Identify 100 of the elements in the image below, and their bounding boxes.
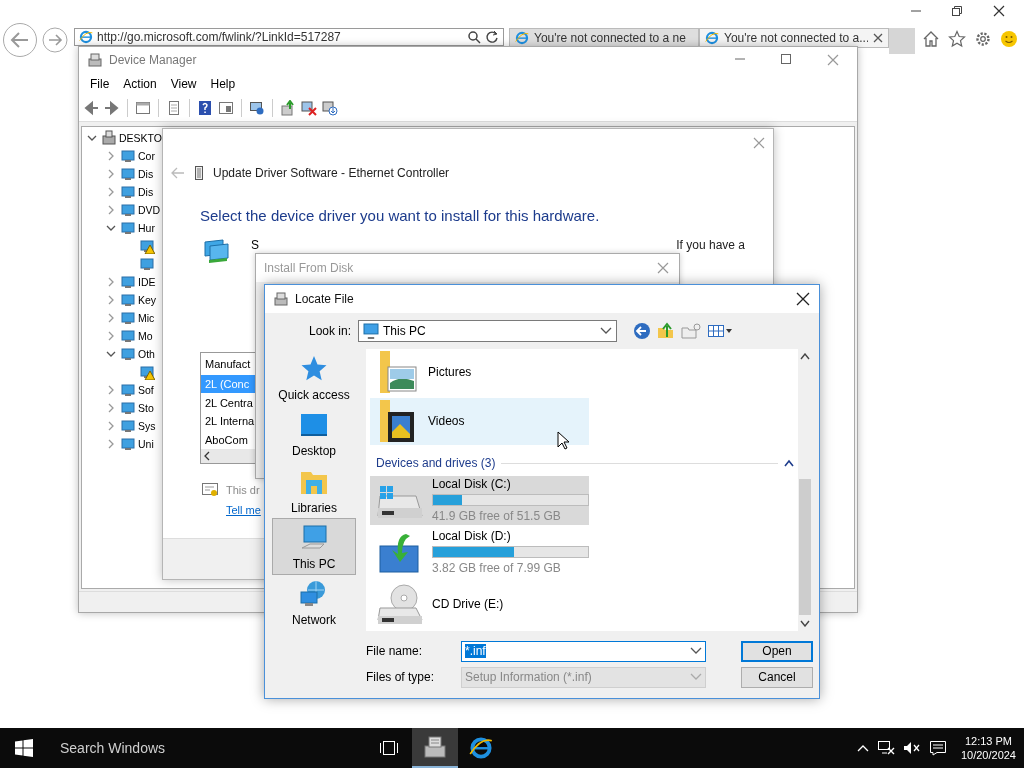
update-arrow-icon[interactable] [280,100,296,116]
close-icon[interactable] [796,292,810,306]
back-icon[interactable] [633,322,651,340]
look-in-dropdown[interactable]: This PC [358,320,617,342]
up-folder-icon[interactable] [657,322,675,340]
tree-item[interactable]: IDE [138,276,156,288]
dialog-title: Locate File [295,292,355,306]
browser-tab[interactable]: You're not connected to a... [699,28,889,48]
group-header[interactable]: Devices and drives (3) [376,456,496,471]
device-warning-icon[interactable] [139,364,155,380]
drive-item[interactable]: Local Disk (D:) 3.82 GB free of 7.99 GB [370,527,589,577]
device-icon [120,148,136,164]
folder-item[interactable]: Pictures [370,349,589,396]
tree-item[interactable]: DESKTO [119,132,162,144]
help-link[interactable]: Tell me [226,504,261,516]
browser-logo-icon[interactable] [469,736,493,760]
tree-item[interactable]: Mic [138,312,155,324]
back-icon[interactable] [2,22,38,58]
close-icon[interactable] [992,4,1006,18]
tree-item[interactable]: Dis [138,186,154,198]
menu-item[interactable]: Help [203,77,243,91]
task-view-icon [379,740,399,756]
download-icon[interactable] [322,100,338,116]
refresh-icon[interactable] [485,30,499,44]
document-icon[interactable] [166,100,182,116]
tree-item[interactable]: Sto [138,402,154,414]
mouse-pointer-icon [557,431,569,450]
taskbar-app[interactable] [412,728,458,768]
maximize-icon[interactable] [780,53,792,65]
device-warning-icon[interactable] [139,238,155,254]
place-item[interactable]: Libraries [272,461,356,519]
close-icon[interactable] [873,33,883,43]
home-icon[interactable] [922,30,940,48]
smiley-icon[interactable] [1000,30,1018,48]
drive-item[interactable]: Local Disk (C:) 41.9 GB free of 51.5 GB [370,475,589,525]
tree-item[interactable]: Hur [138,222,155,234]
device-icon [120,418,136,434]
scroll-up-icon[interactable] [800,353,810,360]
menu-item[interactable]: View [163,77,204,91]
open-button[interactable]: Open [741,640,813,662]
chevron-up-icon[interactable] [856,744,869,752]
device-icon [120,292,136,308]
scroll-thumb[interactable] [799,479,811,615]
back-arrow-icon[interactable] [83,100,99,116]
chevron-down-icon[interactable] [600,327,612,335]
help-icon[interactable] [197,100,213,116]
tree-item[interactable]: Sof [138,384,154,396]
network-icon[interactable] [876,740,895,756]
collapse-chevron-icon[interactable] [86,133,97,143]
horizontal-scrollbar[interactable] [201,449,257,463]
device-manager-icon [87,52,103,68]
device-icon [120,220,136,236]
device-icon [120,400,136,416]
collapse-chevron-icon[interactable] [105,223,116,233]
cancel-button[interactable]: Cancel [741,666,813,688]
device-icon[interactable] [139,256,155,272]
forward-arrow-icon[interactable] [104,100,120,116]
clock[interactable]: 12:13 PM 10/20/2024 [960,734,1016,762]
list-item[interactable]: AboCom [201,430,257,450]
tree-item[interactable]: Uni [138,438,154,450]
collapse-chevron-icon[interactable] [784,459,794,468]
tree-item[interactable]: Key [138,294,157,306]
delete-icon[interactable] [301,100,317,116]
tree-item[interactable]: Sys [138,420,156,432]
menu-item[interactable]: Action [116,77,164,91]
view-menu-icon[interactable] [707,323,733,339]
settings-icon[interactable] [974,30,992,48]
search-icon[interactable] [467,30,481,44]
scroll-left-icon[interactable] [204,451,210,462]
place-item[interactable]: Desktop [272,405,356,462]
volume-muted-icon[interactable] [902,740,921,756]
window-icon[interactable] [218,100,234,116]
browser-tab[interactable]: You're not connected to a ne [509,28,699,48]
scroll-down-icon[interactable] [800,620,810,627]
folder-item[interactable]: Videos [370,397,589,445]
star-icon[interactable] [948,30,966,48]
chevron-down-icon[interactable] [690,647,702,655]
collapse-chevron-icon[interactable] [105,349,116,359]
address-bar[interactable]: http://go.microsoft.com/fwlink/?LinkId=517287 [74,28,504,46]
device-icon [120,346,136,362]
list-item[interactable]: 2L Centra [201,393,257,412]
monitor-icon[interactable] [249,100,265,116]
restore-icon[interactable] [951,5,963,17]
device-icon [120,202,136,218]
file-name-field[interactable]: *.inf [461,640,706,662]
device-icon [120,382,136,398]
drive-item[interactable]: CD Drive (E:) [370,579,589,628]
notification-icon[interactable] [928,740,947,756]
menu-item[interactable]: File [83,77,117,91]
tree-item[interactable]: DVD [138,204,161,216]
tree-item[interactable]: Dis [138,168,154,180]
place-item[interactable]: Network [272,574,356,632]
list-item[interactable]: 2L Interna [201,411,257,431]
place-item[interactable]: This PC [272,518,356,575]
window-icon[interactable] [135,100,151,116]
tree-item[interactable]: Mo [138,330,153,342]
place-item[interactable]: Quick access [272,349,356,406]
tree-item[interactable]: Cor [138,150,155,162]
search-field[interactable]: Search Windows [48,728,366,768]
tree-item[interactable]: Oth [138,348,155,360]
